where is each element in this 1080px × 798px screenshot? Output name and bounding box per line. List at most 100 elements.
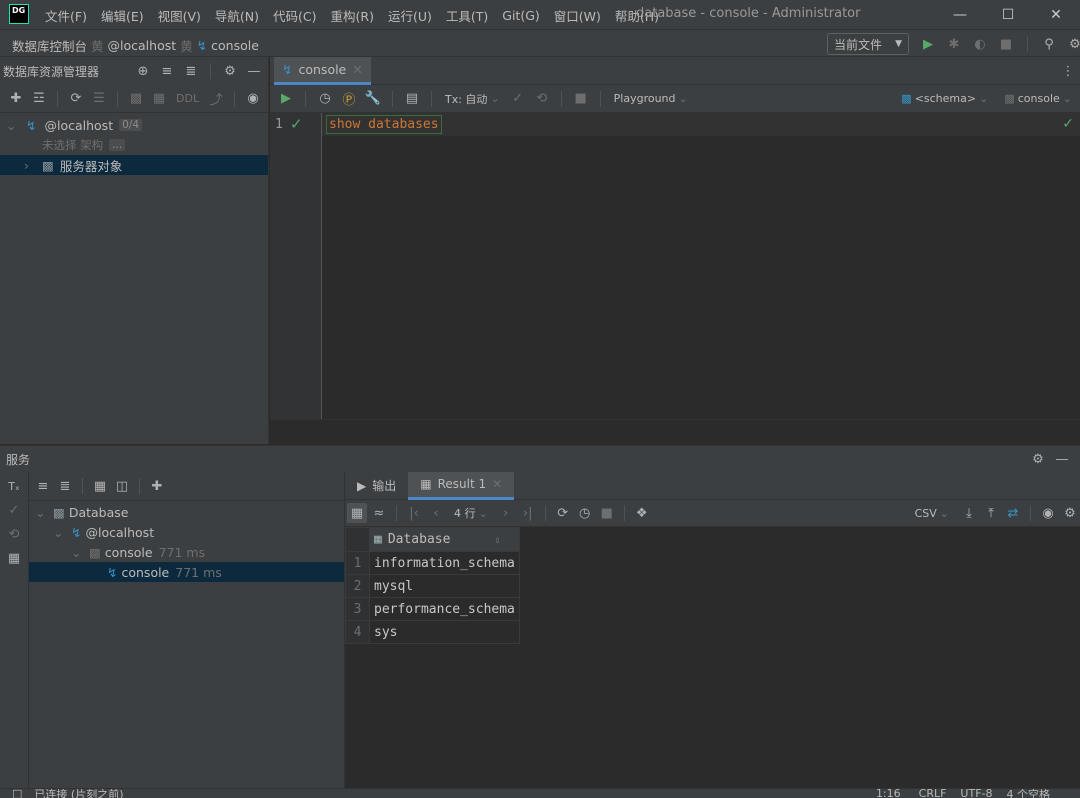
hide-icon[interactable]: — [244, 61, 264, 81]
compare-icon[interactable]: ⇄ [1003, 503, 1023, 523]
query-history-icon[interactable]: ◷ [575, 503, 595, 523]
tab-output[interactable]: ▶ 输出 [345, 472, 408, 500]
sql-editor[interactable]: show databases ✓ [322, 113, 1080, 419]
previous-page-icon[interactable]: ‹ [426, 503, 446, 523]
run-icon[interactable]: ▶ [918, 34, 938, 54]
menu-item[interactable]: 运行(U) [388, 6, 432, 25]
ddl-button[interactable]: DDL [176, 92, 199, 105]
line-separator[interactable]: CRLF [919, 789, 947, 798]
pin-icon[interactable]: ❖ [632, 503, 652, 523]
table-row[interactable]: 4 sys [345, 620, 520, 644]
more-icon[interactable]: ⋮ [1058, 61, 1078, 81]
transaction-mode-select[interactable]: Tx: 自动 ⌄ [445, 91, 500, 107]
maximize-icon[interactable]: ☐ [984, 7, 1032, 23]
hide-icon[interactable]: — [1052, 449, 1072, 469]
sort-icon[interactable]: ⇕ [494, 535, 500, 546]
export-icon[interactable]: ⤓ [959, 503, 979, 523]
gear-icon[interactable]: ⚙ [1028, 449, 1048, 469]
table-cell[interactable]: mysql [369, 574, 520, 598]
locate-icon[interactable]: ⊕ [133, 61, 153, 81]
cancel-icon[interactable]: ■ [571, 89, 591, 109]
indent-setting[interactable]: 4 个空格 [1007, 789, 1051, 798]
schema-select[interactable]: ▩ <schema> ⌄ [901, 92, 988, 105]
menu-item[interactable]: 窗口(W) [554, 6, 601, 25]
column-header-database[interactable]: ▦ Database ⇕ [369, 527, 520, 552]
stop-icon[interactable]: ■ [996, 34, 1016, 54]
history-icon[interactable]: ◷ [315, 89, 335, 109]
last-page-icon[interactable]: ›| [518, 503, 538, 523]
gear-icon[interactable]: ⚙ [220, 61, 240, 81]
data-source-properties-icon[interactable]: ☲ [29, 89, 49, 109]
breadcrumb-root[interactable]: 数据库控制台 [12, 36, 87, 55]
commit-icon[interactable]: ✓ [508, 89, 528, 109]
tab-console[interactable]: ↯ console ✕ [274, 57, 371, 85]
rollback-icon[interactable]: ⟲ [4, 524, 24, 544]
page-size-select[interactable]: 4 行 ⌄ [454, 505, 488, 521]
collapse-all-icon[interactable]: ≣ [181, 61, 201, 81]
menu-item[interactable]: 代码(C) [273, 6, 316, 25]
settings-icon[interactable]: ⚙ [1060, 503, 1080, 523]
breadcrumb-file[interactable]: console [211, 38, 259, 53]
session-select[interactable]: ▩ console ⌄ [1004, 92, 1072, 105]
run-configuration-select[interactable]: 当前文件 ▼ [827, 33, 909, 55]
coverage-icon[interactable]: ◐ [970, 34, 990, 54]
close-tab-icon[interactable]: ✕ [352, 62, 362, 77]
file-encoding[interactable]: UTF-8 [960, 789, 992, 798]
export-format-select[interactable]: CSV ⌄ [915, 507, 949, 520]
expand-all-icon[interactable]: ≡ [157, 61, 177, 81]
menu-item[interactable]: 工具(T) [446, 6, 488, 25]
table-cell[interactable]: sys [369, 620, 520, 644]
explain-plan-icon[interactable]: Ⓟ [339, 89, 359, 109]
menu-item[interactable]: 视图(V) [158, 6, 201, 25]
first-page-icon[interactable]: |‹ [404, 503, 424, 523]
menu-item[interactable]: Git(G) [502, 8, 540, 23]
table-cell[interactable]: performance_schema [369, 597, 520, 621]
tab-result-1[interactable]: ▦ Result 1 ✕ [408, 471, 515, 500]
playground-select[interactable]: Playground ⌄ [614, 92, 688, 105]
tree-item-localhost[interactable]: ⌄ ↯ @localhost 0/4 [0, 115, 268, 135]
menu-item[interactable]: 编辑(E) [101, 6, 144, 25]
add-service-icon[interactable]: ✚ [147, 476, 167, 496]
tree-item-server-objects[interactable]: › ▩ 服务器对象 [0, 155, 268, 175]
rollback-icon[interactable]: ⟲ [532, 89, 552, 109]
table-editor-icon[interactable]: ▦ [149, 89, 169, 109]
execute-icon[interactable]: ▶ [276, 89, 296, 109]
table-cell[interactable]: information_schema [369, 551, 520, 575]
next-page-icon[interactable]: › [496, 503, 516, 523]
import-icon[interactable]: ⤒ [981, 503, 1001, 523]
view-options-icon[interactable]: ◉ [243, 89, 263, 109]
chart-view-icon[interactable]: ≈ [369, 503, 389, 523]
service-item-console[interactable]: ↯ console 771 ms [29, 562, 344, 582]
menu-item[interactable]: 重构(R) [331, 6, 374, 25]
service-item-database[interactable]: ⌄ ▩ Database [29, 502, 344, 522]
close-tab-icon[interactable]: ✕ [492, 477, 502, 491]
service-item-localhost[interactable]: ⌄ ↯ @localhost [29, 522, 344, 542]
table-row[interactable]: 2 mysql [345, 574, 520, 598]
refresh-icon[interactable]: ⟳ [66, 89, 86, 109]
new-tab-icon[interactable]: ◫ [112, 476, 132, 496]
disconnect-icon[interactable]: ☰ [89, 89, 109, 109]
search-icon[interactable]: ⚲ [1039, 34, 1059, 54]
menu-item[interactable]: 导航(N) [215, 6, 259, 25]
layout-icon[interactable]: ▦ [4, 548, 24, 568]
reload-icon[interactable]: ⟳ [553, 503, 573, 523]
group-by-icon[interactable]: ▦ [90, 476, 110, 496]
results-view-icon[interactable]: ▤ [402, 89, 422, 109]
close-icon[interactable]: ✕ [1032, 7, 1080, 23]
caret-position[interactable]: 1:16 [876, 789, 901, 798]
table-row[interactable]: 3 performance_schema [345, 597, 520, 621]
commit-icon[interactable]: ✓ [4, 500, 24, 520]
minimize-icon[interactable]: — [936, 7, 984, 23]
choose-schema-button[interactable]: ... [109, 139, 126, 151]
table-row[interactable]: 1 information_schema [345, 551, 520, 575]
settings-wrench-icon[interactable]: 🔧 [363, 89, 383, 109]
breadcrumb-host[interactable]: @localhost [108, 38, 177, 53]
add-icon[interactable]: ✚ [6, 89, 26, 109]
transaction-icon[interactable]: Tₓ [4, 476, 24, 496]
view-options-icon[interactable]: ◉ [1038, 503, 1058, 523]
jump-to-icon[interactable]: ⤴ [206, 89, 226, 109]
table-view-icon[interactable]: ▦ [347, 503, 367, 523]
service-item-session[interactable]: ⌄ ▩ console 771 ms [29, 542, 344, 562]
settings-icon[interactable]: ⚙ [1065, 34, 1080, 54]
expand-all-icon[interactable]: ≡ [33, 476, 53, 496]
